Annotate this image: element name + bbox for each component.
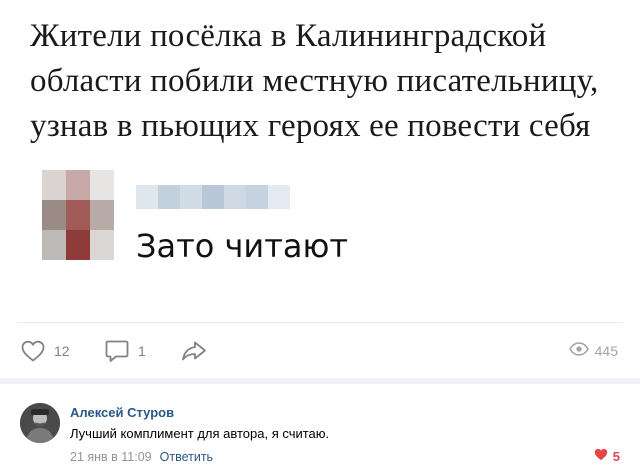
- heart-icon: [20, 339, 46, 363]
- like-button[interactable]: 12: [20, 336, 70, 366]
- comment-author-link[interactable]: Алексей Стуров: [70, 405, 174, 420]
- heart-filled-icon: [594, 448, 608, 464]
- commenter-avatar[interactable]: [20, 403, 60, 443]
- reply-text: Зато читают: [136, 227, 349, 265]
- comment-button[interactable]: 1: [104, 336, 146, 366]
- censored-username: [136, 185, 290, 209]
- section-separator: [0, 378, 640, 384]
- reply-link[interactable]: Ответить: [160, 450, 213, 464]
- eye-icon: [568, 342, 589, 359]
- censored-avatar: [42, 170, 114, 260]
- share-arrow-icon: [180, 339, 208, 363]
- comment-like-button[interactable]: 5: [594, 448, 620, 464]
- comment-count: 1: [138, 343, 146, 359]
- post-headline: Жители посёлка в Калининградской области…: [30, 18, 599, 144]
- like-count: 12: [54, 343, 70, 359]
- comment-text: Лучший комплимент для автора, я считаю.: [70, 426, 330, 441]
- share-button[interactable]: [180, 336, 208, 366]
- views-counter: 445: [568, 342, 618, 359]
- views-count: 445: [594, 342, 618, 359]
- comment-icon: [104, 338, 130, 364]
- divider: [18, 322, 622, 323]
- comment-like-count: 5: [612, 448, 620, 464]
- comment-date[interactable]: 21 янв в 11:09: [70, 450, 152, 464]
- comment-meta: 21 янв в 11:09 Ответить: [70, 450, 213, 464]
